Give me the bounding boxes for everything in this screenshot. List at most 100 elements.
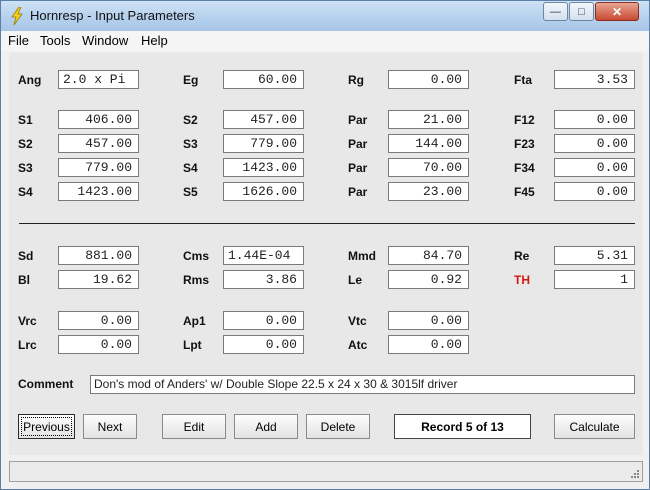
rms-label: Rms	[183, 273, 210, 287]
title-bar[interactable]: Hornresp - Input Parameters — □ ✕	[1, 1, 649, 31]
menu-bar: File Tools Window Help	[1, 31, 649, 51]
s2-row-label: S2	[18, 137, 33, 151]
f12-field[interactable]: 0.00	[554, 110, 635, 129]
ang-label: Ang	[18, 73, 42, 87]
vrc-label: Vrc	[18, 314, 37, 328]
mmd-label: Mmd	[348, 249, 376, 263]
record-indicator-text: Record 5 of 13	[421, 419, 504, 434]
minimize-button[interactable]: —	[543, 2, 568, 21]
lrc-label: Lrc	[18, 338, 37, 352]
bl-label: Bl	[18, 273, 30, 287]
next-button-label: Next	[97, 419, 123, 434]
close-button[interactable]: ✕	[595, 2, 639, 21]
par2-field[interactable]: 144.00	[388, 134, 469, 153]
par1-field[interactable]: 21.00	[388, 110, 469, 129]
comment-field[interactable]: Don's mod of Anders' w/ Double Slope 22.…	[90, 375, 635, 394]
rg-label: Rg	[348, 73, 364, 87]
s4-field[interactable]: 1423.00	[223, 158, 304, 177]
cms-label: Cms	[183, 249, 210, 263]
delete-button[interactable]: Delete	[306, 414, 370, 439]
atc-field[interactable]: 0.00	[388, 335, 469, 354]
maximize-button[interactable]: □	[569, 2, 594, 21]
s5-label: S5	[183, 185, 198, 199]
s1-field[interactable]: 406.00	[58, 110, 139, 129]
maximize-icon: □	[578, 5, 585, 18]
sd-field[interactable]: 881.00	[58, 246, 139, 265]
calculate-button[interactable]: Calculate	[554, 414, 635, 439]
par3-field[interactable]: 70.00	[388, 158, 469, 177]
s5-field[interactable]: 1626.00	[223, 182, 304, 201]
s4-row-field[interactable]: 1423.00	[58, 182, 139, 201]
edit-button[interactable]: Edit	[162, 414, 226, 439]
f12-label: F12	[514, 113, 535, 127]
section-divider	[19, 223, 635, 224]
f23-label: F23	[514, 137, 535, 151]
s2-label: S2	[183, 113, 198, 127]
fta-field[interactable]: 3.53	[554, 70, 635, 89]
lpt-field[interactable]: 0.00	[223, 335, 304, 354]
atc-label: Atc	[348, 338, 368, 352]
ap1-label: Ap1	[183, 314, 206, 328]
vtc-label: Vtc	[348, 314, 367, 328]
s4-label: S4	[183, 161, 198, 175]
vrc-field[interactable]: 0.00	[58, 311, 139, 330]
s2-row-field[interactable]: 457.00	[58, 134, 139, 153]
th-label: TH	[514, 273, 530, 287]
previous-button[interactable]: Previous	[18, 414, 75, 439]
th-field[interactable]: 1	[554, 270, 635, 289]
f34-label: F34	[514, 161, 535, 175]
s1-label: S1	[18, 113, 33, 127]
s3-label: S3	[183, 137, 198, 151]
calculate-button-label: Calculate	[569, 419, 620, 434]
s3-row-field[interactable]: 779.00	[58, 158, 139, 177]
eg-field[interactable]: 60.00	[223, 70, 304, 89]
bl-field[interactable]: 19.62	[58, 270, 139, 289]
cms-field[interactable]: 1.44E-04	[223, 246, 304, 265]
par2-label: Par	[348, 137, 368, 151]
close-icon: ✕	[611, 4, 623, 19]
next-button[interactable]: Next	[83, 414, 137, 439]
ang-field[interactable]: 2.0 x Pi	[58, 70, 139, 89]
menu-window[interactable]: Window	[82, 33, 128, 48]
lpt-label: Lpt	[183, 338, 202, 352]
f34-field[interactable]: 0.00	[554, 158, 635, 177]
par3-label: Par	[348, 161, 368, 175]
add-button[interactable]: Add	[234, 414, 298, 439]
minimize-icon: —	[550, 5, 561, 18]
par4-label: Par	[348, 185, 368, 199]
f45-label: F45	[514, 185, 535, 199]
resize-grip-icon[interactable]	[630, 469, 640, 479]
lrc-field[interactable]: 0.00	[58, 335, 139, 354]
f23-field[interactable]: 0.00	[554, 134, 635, 153]
menu-help[interactable]: Help	[141, 33, 168, 48]
menu-tools[interactable]: Tools	[40, 33, 70, 48]
par4-field[interactable]: 23.00	[388, 182, 469, 201]
add-button-label: Add	[255, 419, 277, 434]
par1-label: Par	[348, 113, 368, 127]
re-field[interactable]: 5.31	[554, 246, 635, 265]
fta-label: Fta	[514, 73, 532, 87]
status-bar	[9, 461, 643, 482]
sd-label: Sd	[18, 249, 34, 263]
delete-button-label: Delete	[320, 419, 356, 434]
s3-row-label: S3	[18, 161, 33, 175]
s2-field[interactable]: 457.00	[223, 110, 304, 129]
vtc-field[interactable]: 0.00	[388, 311, 469, 330]
previous-button-label: Previous	[23, 419, 70, 434]
rg-field[interactable]: 0.00	[388, 70, 469, 89]
s3-field[interactable]: 779.00	[223, 134, 304, 153]
mmd-field[interactable]: 84.70	[388, 246, 469, 265]
f45-field[interactable]: 0.00	[554, 182, 635, 201]
s4-row-label: S4	[18, 185, 33, 199]
record-indicator: Record 5 of 13	[394, 414, 531, 439]
window-title: Hornresp - Input Parameters	[30, 8, 195, 23]
lightning-icon	[11, 7, 23, 25]
le-field[interactable]: 0.92	[388, 270, 469, 289]
ap1-field[interactable]: 0.00	[223, 311, 304, 330]
re-label: Re	[514, 249, 530, 263]
le-label: Le	[348, 273, 363, 287]
edit-button-label: Edit	[183, 419, 205, 434]
menu-file[interactable]: File	[8, 33, 29, 48]
rms-field[interactable]: 3.86	[223, 270, 304, 289]
app-window: Hornresp - Input Parameters — □ ✕ File T…	[0, 0, 650, 490]
